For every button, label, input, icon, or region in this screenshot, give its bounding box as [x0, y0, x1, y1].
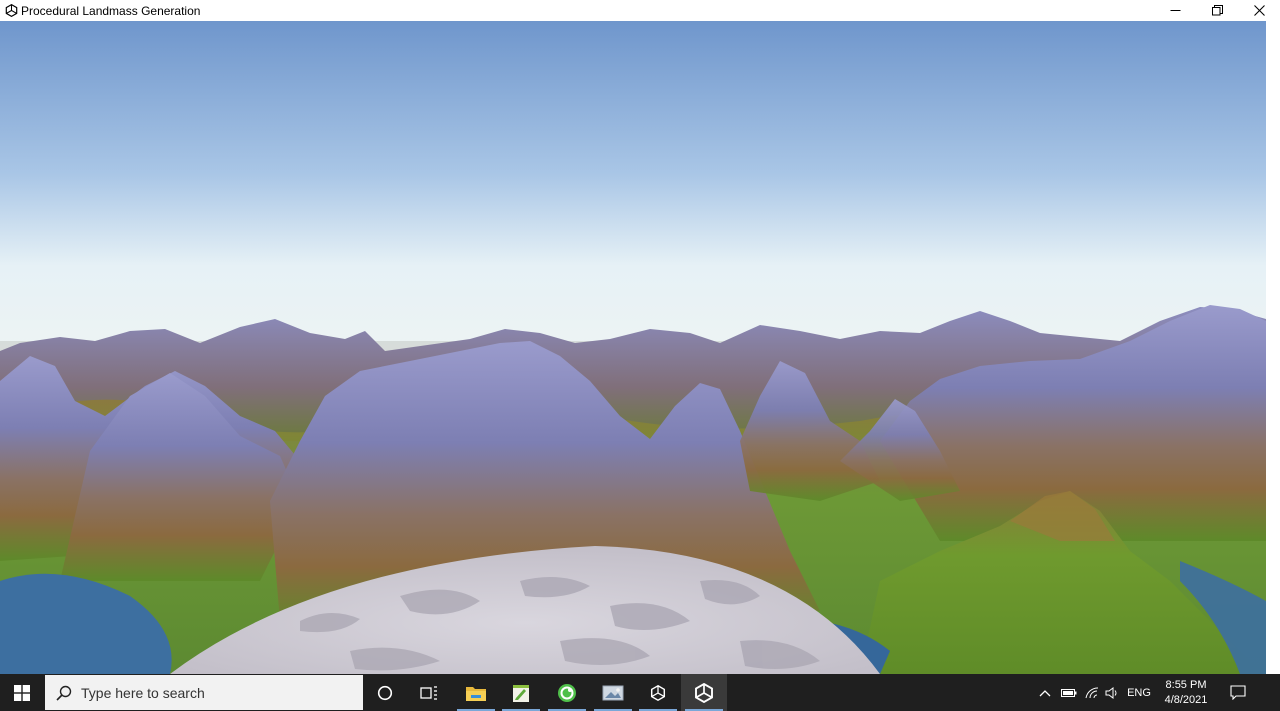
- folder-icon: [466, 686, 486, 701]
- game-viewport[interactable]: [0, 21, 1266, 674]
- taskbar-search-box[interactable]: [45, 675, 363, 710]
- language-label: ENG: [1127, 686, 1151, 699]
- taskbar-notepad-plus-plus[interactable]: [498, 674, 544, 711]
- battery-icon: [1061, 688, 1077, 697]
- unity-app-icon: [4, 4, 18, 18]
- speaker-icon: [1105, 686, 1117, 699]
- cortana-circle-icon: [377, 685, 393, 700]
- window-border-strip: [1266, 21, 1280, 674]
- minimize-icon: [1170, 10, 1180, 11]
- clock-time: 8:55 PM: [1165, 678, 1207, 691]
- chevron-up-icon: [1039, 689, 1051, 696]
- wifi-icon: [1085, 686, 1099, 698]
- action-center-button[interactable]: [1222, 674, 1254, 711]
- taskbar: ENG 8:55 PM 4/8/2021: [0, 674, 1280, 711]
- battery-button[interactable]: [1058, 674, 1080, 711]
- restore-icon: [1211, 5, 1223, 16]
- clock-date: 4/8/2021: [1164, 693, 1208, 706]
- language-indicator[interactable]: ENG: [1124, 674, 1154, 711]
- unity-small-icon: [650, 684, 666, 701]
- cortana-button[interactable]: [362, 674, 408, 711]
- windows-logo-icon: [14, 684, 30, 701]
- window-title: Procedural Landmass Generation: [21, 3, 201, 18]
- taskbar-gitkraken[interactable]: [544, 674, 590, 711]
- start-button[interactable]: [0, 674, 44, 711]
- unity-icon: [695, 682, 713, 703]
- volume-button[interactable]: [1102, 674, 1122, 711]
- restore-button[interactable]: [1196, 0, 1238, 21]
- task-view-button[interactable]: [406, 674, 452, 711]
- minimize-button[interactable]: [1154, 0, 1196, 21]
- close-icon: [1253, 5, 1265, 16]
- close-button[interactable]: [1238, 0, 1280, 21]
- title-bar: Procedural Landmass Generation: [0, 0, 1280, 21]
- window-controls: [1154, 0, 1280, 21]
- picture-icon: [602, 685, 624, 700]
- network-button[interactable]: [1082, 674, 1102, 711]
- taskbar-unity[interactable]: [681, 674, 727, 711]
- search-icon: [55, 684, 73, 702]
- taskbar-photos[interactable]: [590, 674, 636, 711]
- notepad-icon: [513, 684, 529, 702]
- show-hidden-icons-button[interactable]: [1036, 674, 1054, 711]
- taskbar-file-explorer[interactable]: [453, 674, 499, 711]
- search-input[interactable]: [81, 684, 341, 701]
- green-circle-app-icon: [558, 683, 576, 702]
- clock[interactable]: 8:55 PM 4/8/2021: [1156, 676, 1216, 709]
- task-view-icon: [420, 685, 437, 700]
- taskbar-unity-hub[interactable]: [635, 674, 681, 711]
- terrain-scene: [0, 21, 1266, 674]
- notification-icon: [1230, 685, 1246, 700]
